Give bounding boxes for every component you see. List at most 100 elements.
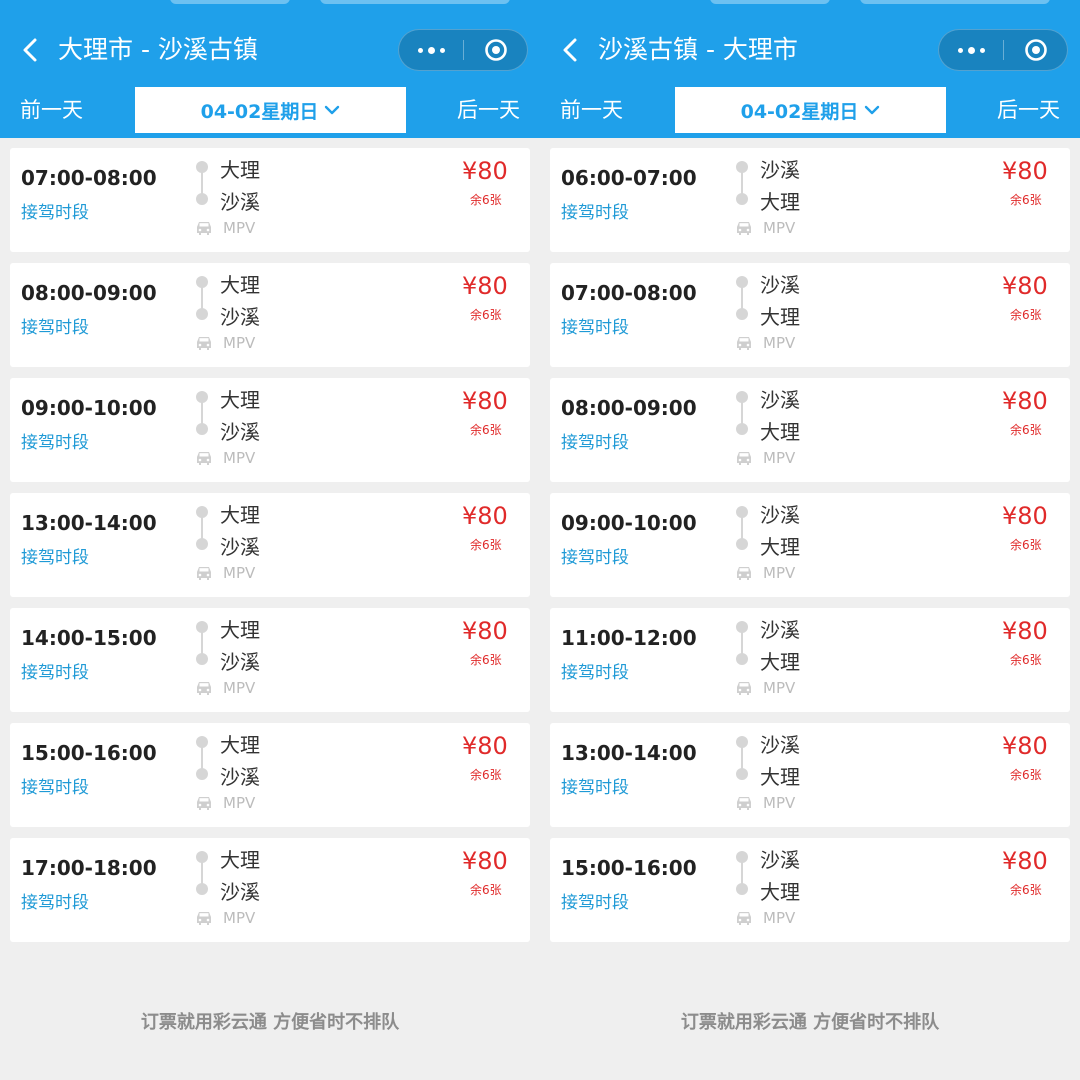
trip-card[interactable]: 08:00-09:00 接驾时段 沙溪 大理 MPV ¥80 余6张 bbox=[550, 378, 1070, 482]
mini-program-capsule bbox=[938, 29, 1068, 71]
route-line bbox=[201, 746, 203, 770]
destination-dot bbox=[196, 423, 208, 435]
trip-card[interactable]: 14:00-15:00 接驾时段 大理 沙溪 MPV ¥80 余6张 bbox=[10, 608, 530, 712]
pickup-period-label: 接驾时段 bbox=[561, 778, 629, 798]
trip-card[interactable]: 17:00-18:00 接驾时段 大理 沙溪 MPV ¥80 余6张 bbox=[10, 838, 530, 942]
pickup-period-label: 接驾时段 bbox=[561, 548, 629, 568]
destination-city: 沙溪 bbox=[220, 190, 260, 214]
trip-card[interactable]: 07:00-08:00 接驾时段 沙溪 大理 MPV ¥80 余6张 bbox=[550, 263, 1070, 367]
next-day-button[interactable]: 后一天 bbox=[997, 92, 1060, 128]
vehicle-type: MPV bbox=[223, 219, 256, 237]
route-line bbox=[741, 171, 743, 195]
car-icon bbox=[734, 680, 754, 696]
origin-city: 沙溪 bbox=[760, 733, 800, 757]
origin-city: 大理 bbox=[220, 848, 260, 872]
route-dots-icon bbox=[736, 391, 748, 435]
trip-card[interactable]: 15:00-16:00 接驾时段 沙溪 大理 MPV ¥80 余6张 bbox=[550, 838, 1070, 942]
car-icon bbox=[194, 450, 214, 466]
origin-city: 大理 bbox=[220, 158, 260, 182]
departure-time-range: 09:00-10:00 bbox=[561, 511, 697, 535]
departure-time-range: 11:00-12:00 bbox=[561, 626, 697, 650]
destination-city: 沙溪 bbox=[220, 765, 260, 789]
route-dots-icon bbox=[196, 506, 208, 550]
trip-card[interactable]: 06:00-07:00 接驾时段 沙溪 大理 MPV ¥80 余6张 bbox=[550, 148, 1070, 252]
ticket-price: ¥80 bbox=[1002, 387, 1048, 415]
car-icon bbox=[194, 910, 214, 926]
ticket-price: ¥80 bbox=[462, 732, 508, 760]
close-mini-program-button[interactable] bbox=[1024, 38, 1048, 62]
car-icon bbox=[734, 795, 754, 811]
ticket-price: ¥80 bbox=[1002, 157, 1048, 185]
next-day-button[interactable]: 后一天 bbox=[457, 92, 520, 128]
vehicle-type: MPV bbox=[223, 909, 256, 927]
seats-remaining: 余6张 bbox=[470, 538, 502, 552]
ticket-price: ¥80 bbox=[462, 617, 508, 645]
capsule-divider bbox=[1003, 40, 1004, 60]
date-selector[interactable]: 04-02星期日 bbox=[675, 87, 946, 133]
destination-city: 大理 bbox=[760, 535, 800, 559]
seats-remaining: 余6张 bbox=[1010, 538, 1042, 552]
trip-card[interactable]: 08:00-09:00 接驾时段 大理 沙溪 MPV ¥80 余6张 bbox=[10, 263, 530, 367]
destination-dot bbox=[196, 883, 208, 895]
pickup-period-label: 接驾时段 bbox=[21, 893, 89, 913]
departure-time-range: 08:00-09:00 bbox=[561, 396, 697, 420]
prev-day-button[interactable]: 前一天 bbox=[560, 92, 623, 128]
back-button[interactable] bbox=[558, 32, 582, 68]
capsule-divider bbox=[463, 40, 464, 60]
page-title: 沙溪古镇 - 大理市 bbox=[598, 35, 798, 64]
date-selector[interactable]: 04-02星期日 bbox=[135, 87, 406, 133]
trip-card[interactable]: 09:00-10:00 接驾时段 大理 沙溪 MPV ¥80 余6张 bbox=[10, 378, 530, 482]
pickup-period-label: 接驾时段 bbox=[561, 433, 629, 453]
car-icon bbox=[194, 680, 214, 696]
destination-dot bbox=[736, 768, 748, 780]
seats-remaining: 余6张 bbox=[470, 423, 502, 437]
car-icon bbox=[734, 565, 754, 581]
destination-dot bbox=[736, 538, 748, 550]
destination-city: 大理 bbox=[760, 420, 800, 444]
destination-city: 大理 bbox=[760, 880, 800, 904]
close-mini-program-button[interactable] bbox=[484, 38, 508, 62]
route-dots-icon bbox=[736, 276, 748, 320]
more-dots-icon-right bbox=[979, 47, 985, 53]
vehicle-type: MPV bbox=[763, 909, 796, 927]
trip-card[interactable]: 13:00-14:00 接驾时段 大理 沙溪 MPV ¥80 余6张 bbox=[10, 493, 530, 597]
route-dots-icon bbox=[196, 621, 208, 665]
more-dots-icon-center bbox=[427, 46, 435, 54]
route-line bbox=[741, 516, 743, 540]
trip-card[interactable]: 07:00-08:00 接驾时段 大理 沙溪 MPV ¥80 余6张 bbox=[10, 148, 530, 252]
seats-remaining: 余6张 bbox=[1010, 653, 1042, 667]
origin-city: 沙溪 bbox=[760, 503, 800, 527]
departure-time-range: 09:00-10:00 bbox=[21, 396, 157, 420]
seats-remaining: 余6张 bbox=[1010, 193, 1042, 207]
destination-city: 沙溪 bbox=[220, 420, 260, 444]
origin-city: 大理 bbox=[220, 273, 260, 297]
trip-card[interactable]: 11:00-12:00 接驾时段 沙溪 大理 MPV ¥80 余6张 bbox=[550, 608, 1070, 712]
seats-remaining: 余6张 bbox=[1010, 768, 1042, 782]
route-line bbox=[201, 861, 203, 885]
pickup-period-label: 接驾时段 bbox=[561, 893, 629, 913]
ticket-price: ¥80 bbox=[1002, 502, 1048, 530]
pickup-period-label: 接驾时段 bbox=[21, 663, 89, 683]
more-dots-icon bbox=[417, 47, 423, 53]
pickup-period-label: 接驾时段 bbox=[561, 203, 629, 223]
trip-list: 06:00-07:00 接驾时段 沙溪 大理 MPV ¥80 余6张 07:00-08:00 接… bbox=[550, 148, 1070, 953]
route-dots-icon bbox=[196, 161, 208, 205]
route-line bbox=[741, 861, 743, 885]
departure-time-range: 14:00-15:00 bbox=[21, 626, 157, 650]
trip-card[interactable]: 09:00-10:00 接驾时段 沙溪 大理 MPV ¥80 余6张 bbox=[550, 493, 1070, 597]
footer-slogan: 订票就用彩云通 方便省时不排队 bbox=[680, 1012, 940, 1033]
back-button[interactable] bbox=[18, 32, 42, 68]
destination-city: 沙溪 bbox=[220, 880, 260, 904]
seats-remaining: 余6张 bbox=[470, 193, 502, 207]
prev-day-button[interactable]: 前一天 bbox=[20, 92, 83, 128]
route-line bbox=[201, 286, 203, 310]
ticket-price: ¥80 bbox=[1002, 847, 1048, 875]
more-button[interactable] bbox=[399, 30, 463, 70]
departure-time-range: 13:00-14:00 bbox=[561, 741, 697, 765]
more-button[interactable] bbox=[939, 30, 1003, 70]
chevron-down-icon bbox=[865, 105, 880, 115]
trip-card[interactable]: 15:00-16:00 接驾时段 大理 沙溪 MPV ¥80 余6张 bbox=[10, 723, 530, 827]
car-icon bbox=[734, 220, 754, 236]
destination-dot bbox=[736, 308, 748, 320]
trip-card[interactable]: 13:00-14:00 接驾时段 沙溪 大理 MPV ¥80 余6张 bbox=[550, 723, 1070, 827]
